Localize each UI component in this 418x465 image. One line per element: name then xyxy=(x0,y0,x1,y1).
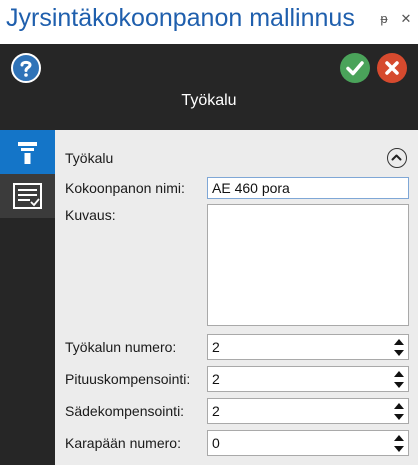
arrow-down-icon xyxy=(394,414,404,420)
window-title: Jyrsintäkokoonpanon mallinnus xyxy=(6,4,355,32)
radius-compensation-increment[interactable] xyxy=(393,400,405,411)
length-compensation-stepper xyxy=(207,366,409,392)
window-close-button[interactable]: ✕ xyxy=(398,10,414,28)
radius-compensation-label: Sädekompensointi: xyxy=(65,403,185,419)
tool-number-label: Työkalun numero: xyxy=(65,339,177,355)
pin-button[interactable]: ᵽ xyxy=(376,10,392,28)
properties-panel: Työkalu Kokoonpanon nimi: Kuvaus: Työkal… xyxy=(55,130,418,465)
description-textarea[interactable] xyxy=(207,204,409,326)
header-label: Työkalu xyxy=(181,92,237,109)
chevron-up-icon xyxy=(391,154,402,161)
radius-compensation-stepper xyxy=(207,398,409,424)
spindle-number-increment[interactable] xyxy=(393,432,405,443)
length-compensation-decrement[interactable] xyxy=(393,380,405,391)
tool-number-increment[interactable] xyxy=(393,336,405,347)
tool-number-stepper xyxy=(207,334,409,360)
length-compensation-increment[interactable] xyxy=(393,368,405,379)
length-compensation-input[interactable] xyxy=(208,367,388,391)
assembly-name-input[interactable] xyxy=(207,177,409,199)
radius-compensation-input[interactable] xyxy=(208,399,388,423)
ok-button[interactable] xyxy=(340,53,370,83)
arrow-up-icon xyxy=(394,371,404,377)
arrow-up-icon xyxy=(394,403,404,409)
arrow-down-icon xyxy=(394,446,404,452)
list-settings-icon xyxy=(13,183,42,209)
sidebar-tab-parameters[interactable] xyxy=(0,174,55,218)
spindle-number-input[interactable] xyxy=(208,431,388,455)
radius-compensation-decrement[interactable] xyxy=(393,412,405,423)
tool-number-decrement[interactable] xyxy=(393,348,405,359)
arrow-up-icon xyxy=(394,435,404,441)
assembly-name-label: Kokoonpanon nimi: xyxy=(65,180,185,196)
arrow-down-icon xyxy=(394,382,404,388)
arrow-down-icon xyxy=(394,350,404,356)
arrow-up-icon xyxy=(394,339,404,345)
sidebar-tab-tool[interactable] xyxy=(0,130,55,174)
spindle-number-label: Karapään numero: xyxy=(65,435,181,451)
tool-icon xyxy=(18,142,37,164)
cancel-icon xyxy=(385,61,399,75)
section-title: Työkalu xyxy=(65,150,114,166)
help-button[interactable] xyxy=(11,53,41,83)
length-compensation-label: Pituuskompensointi: xyxy=(65,371,191,387)
spindle-number-decrement[interactable] xyxy=(393,444,405,455)
collapse-section-button[interactable] xyxy=(387,148,407,168)
cancel-button[interactable] xyxy=(377,53,407,83)
spindle-number-stepper xyxy=(207,430,409,456)
sidebar xyxy=(0,130,55,465)
tool-number-input[interactable] xyxy=(208,335,388,359)
help-icon xyxy=(20,60,32,77)
dialog-header: Työkalu xyxy=(0,44,418,130)
checkmark-icon xyxy=(346,61,364,76)
pin-icon: ᵽ xyxy=(380,11,388,26)
description-label: Kuvaus: xyxy=(65,207,116,223)
close-icon: ✕ xyxy=(400,11,412,26)
window-titlebar: Jyrsintäkokoonpanon mallinnus ᵽ ✕ xyxy=(0,0,418,44)
